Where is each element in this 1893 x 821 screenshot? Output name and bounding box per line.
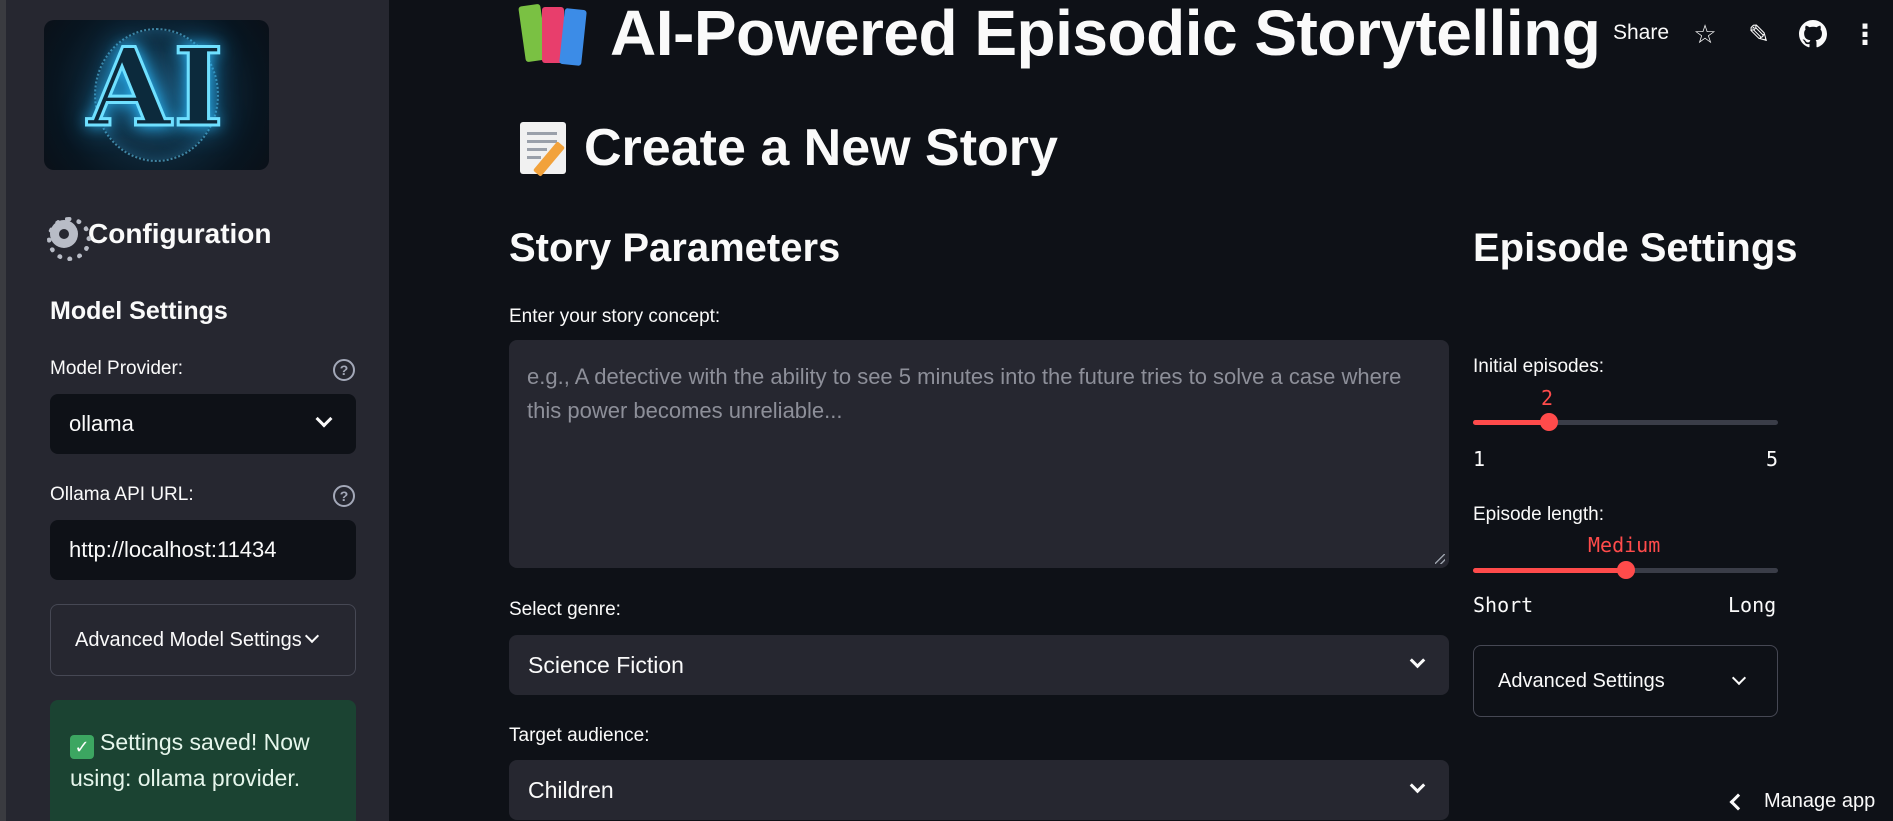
configuration-heading: Configuration — [47, 217, 272, 261]
advanced-settings-label: Advanced Settings — [1498, 669, 1665, 692]
check-icon: ✓ — [70, 735, 94, 759]
initial-episodes-slider[interactable] — [1473, 413, 1778, 431]
initial-episodes-label: Initial episodes: — [1473, 356, 1604, 377]
advanced-settings-expander[interactable]: Advanced Settings — [1473, 645, 1778, 717]
episode-length-value: Medium — [1588, 533, 1661, 557]
api-url-label: Ollama API URL: — [50, 484, 194, 505]
episode-length-max: Long — [1728, 593, 1777, 617]
help-icon[interactable]: ? — [333, 485, 355, 507]
initial-episodes-min: 1 — [1473, 447, 1486, 471]
more-icon[interactable]: ⋮ — [1850, 19, 1880, 50]
app-title: AI-Powered Episodic Storytelling — [518, 0, 1601, 70]
edit-icon[interactable]: ✎ — [1744, 19, 1774, 49]
success-line-2: using: ollama provider. — [70, 765, 301, 791]
story-concept-label: Enter your story concept: — [509, 306, 721, 327]
story-concept-placeholder: e.g., A detective with the ability to se… — [527, 364, 1402, 423]
star-icon[interactable]: ☆ — [1690, 19, 1720, 49]
memo-icon — [520, 122, 566, 177]
books-icon — [518, 3, 590, 66]
chevron-down-icon — [304, 628, 320, 644]
help-icon[interactable]: ? — [333, 359, 355, 381]
advanced-model-settings-label: Advanced Model Settings — [75, 628, 302, 651]
sidebar: AI Configuration Model Settings Model Pr… — [6, 0, 389, 821]
api-url-input[interactable]: http://localhost:11434 — [50, 520, 356, 580]
manage-app-button[interactable]: Manage app — [1729, 790, 1876, 813]
slider-fill — [1473, 568, 1626, 573]
slider-fill — [1473, 420, 1549, 425]
episode-length-min: Short — [1473, 593, 1534, 617]
logo-text: AI — [86, 25, 226, 151]
share-button[interactable]: Share — [1613, 21, 1669, 45]
episode-length-label: Episode length: — [1473, 504, 1604, 525]
success-alert: ✓ Settings saved! Now using: ollama provi… — [50, 700, 356, 821]
slider-thumb[interactable] — [1540, 413, 1558, 431]
page-heading: Create a New Story — [520, 118, 1058, 178]
slider-thumb[interactable] — [1617, 561, 1635, 579]
initial-episodes-max: 5 — [1766, 447, 1779, 471]
github-icon[interactable] — [1798, 19, 1828, 49]
page-heading-text: Create a New Story — [584, 119, 1058, 177]
chevron-down-icon — [1409, 777, 1426, 794]
audience-value: Children — [528, 776, 614, 803]
model-provider-label: Model Provider: — [50, 358, 184, 379]
genre-select[interactable]: Science Fiction — [509, 635, 1449, 695]
app-title-text: AI-Powered Episodic Storytelling — [610, 0, 1601, 69]
configuration-title: Configuration — [88, 218, 272, 249]
story-parameters-heading: Story Parameters — [509, 226, 841, 270]
gear-icon — [47, 217, 91, 261]
model-settings-heading: Model Settings — [50, 297, 228, 325]
chevron-down-icon — [1409, 652, 1426, 669]
chevron-down-icon — [315, 410, 333, 428]
ai-logo-image: AI — [44, 20, 269, 170]
episode-settings-heading: Episode Settings — [1473, 226, 1798, 270]
audience-label: Target audience: — [509, 725, 650, 746]
model-provider-select[interactable]: ollama — [50, 394, 356, 454]
audience-select[interactable]: Children — [509, 760, 1449, 820]
resize-handle[interactable] — [1435, 554, 1445, 564]
genre-value: Science Fiction — [528, 651, 684, 678]
model-provider-value: ollama — [69, 411, 134, 436]
chevron-down-icon — [1731, 670, 1747, 686]
manage-app-label: Manage app — [1764, 790, 1876, 812]
episode-length-slider[interactable] — [1473, 561, 1778, 579]
chevron-left-icon — [1729, 793, 1747, 810]
story-concept-textarea[interactable]: e.g., A detective with the ability to se… — [509, 340, 1449, 568]
genre-label: Select genre: — [509, 599, 621, 620]
success-line-1: Settings saved! Now — [100, 729, 310, 755]
advanced-model-settings-expander[interactable]: Advanced Model Settings — [50, 604, 356, 676]
api-url-value: http://localhost:11434 — [69, 537, 277, 562]
initial-episodes-value: 2 — [1541, 386, 1554, 410]
